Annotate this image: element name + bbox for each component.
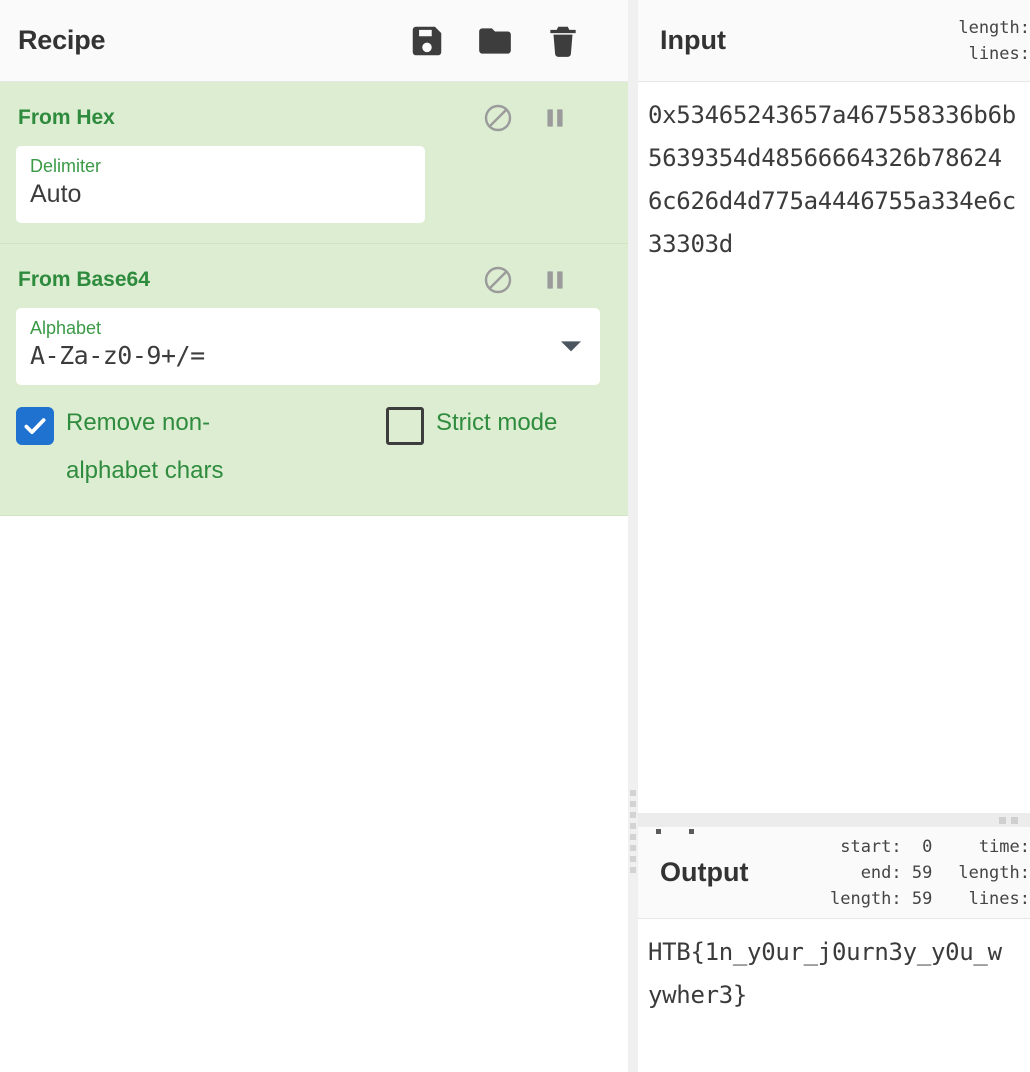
delimiter-label: Delimiter: [30, 156, 102, 176]
splitter-grip[interactable]: [630, 790, 636, 873]
save-icon[interactable]: [408, 22, 446, 60]
pause-icon[interactable]: [542, 265, 568, 295]
grip-dot: [630, 834, 636, 840]
output-meta-column-left: start: 0 end: 59 length: 59: [830, 835, 932, 911]
input-title-bar: Input length: lines:: [638, 0, 1030, 82]
operation-title: From Hex: [18, 106, 115, 129]
output-selection-length: length: 59: [829, 888, 933, 909]
page-title: Recipe: [18, 25, 106, 55]
input-meta-column: length: lines:: [958, 16, 1030, 66]
checkbox-label: Remove non-alphabet chars: [66, 409, 224, 484]
trash-icon[interactable]: [544, 22, 582, 60]
output-meta: start: 0 end: 59 length: 59 time: length…: [816, 835, 1030, 911]
recipe-title-controls: [408, 22, 610, 60]
output-title: Output: [660, 857, 749, 887]
input-length-label: length:: [958, 17, 1030, 38]
remove-non-alphabet-chars-checkbox[interactable]: Remove non-alphabet chars: [16, 399, 386, 495]
grip-dot: [630, 790, 636, 796]
io-pane: Input length: lines: 0x53465243657a46755…: [638, 0, 1030, 1072]
output-end: end: 59: [840, 862, 933, 883]
cyberchef-window: Recipe From Hex Delimiter Auto From Base…: [0, 0, 1030, 1072]
operation-args: Delimiter Auto: [0, 140, 628, 223]
grip-dot: [689, 829, 694, 834]
input-section: Input length: lines: 0x53465243657a46755…: [638, 0, 1030, 813]
grip-dot: [1011, 817, 1018, 824]
alphabet-label: Alphabet: [30, 318, 102, 338]
recipe-title-bar: Recipe: [0, 0, 628, 82]
operation-title-row: From Hex: [0, 96, 628, 140]
input-output-splitter[interactable]: [638, 813, 1030, 834]
input-textarea[interactable]: 0x53465243657a467558336b6b 5639354d48566…: [638, 82, 1030, 813]
output-start: start: 0: [840, 836, 933, 857]
recipe-io-splitter[interactable]: [628, 0, 638, 1072]
alphabet-select[interactable]: Alphabet A-Za-z0-9+/=: [16, 308, 600, 385]
grip-dot: [630, 867, 636, 873]
operation-args: Alphabet A-Za-z0-9+/=: [0, 302, 628, 385]
output-meta-column-right: time: length: lines:: [958, 835, 1030, 911]
alphabet-value[interactable]: A-Za-z0-9+/=: [30, 339, 586, 373]
operation-title: From Base64: [18, 268, 150, 291]
pause-icon[interactable]: [542, 103, 568, 133]
output-textarea[interactable]: HTB{1n_y0ur_j0urn3y_y0u_w ywher3}: [638, 919, 1030, 1072]
grip-dot: [630, 856, 636, 862]
grip-dot: [656, 829, 661, 834]
input-title: Input: [660, 25, 726, 55]
delimiter-field[interactable]: Delimiter Auto: [16, 146, 425, 223]
operation-checkbox-row: Remove non-alphabet chars Strict mode: [0, 385, 628, 495]
empty-checkbox-icon[interactable]: [386, 407, 424, 445]
strict-mode-checkbox[interactable]: Strict mode: [386, 399, 557, 447]
splitter-grip-dots[interactable]: [656, 829, 694, 834]
grip-dot: [630, 845, 636, 851]
operation-title-row: From Base64: [0, 258, 628, 302]
output-lines-label: lines:: [958, 888, 1030, 909]
recipe-operation-list[interactable]: From Hex Delimiter Auto From Base64 Alph…: [0, 82, 628, 1072]
grip-dot: [999, 817, 1006, 824]
output-length-label: length:: [958, 862, 1030, 883]
delimiter-value[interactable]: Auto: [30, 177, 411, 211]
checkbox-label: Strict mode: [436, 409, 558, 436]
chevron-down-icon[interactable]: [560, 339, 582, 358]
recipe-operation-from-hex[interactable]: From Hex Delimiter Auto: [0, 82, 628, 244]
splitter-grip[interactable]: [999, 817, 1018, 824]
operation-icons: [482, 102, 610, 134]
output-section: Output start: 0 end: 59 length: 59 time:…: [638, 827, 1030, 1072]
grip-dot: [630, 801, 636, 807]
ban-icon[interactable]: [482, 264, 514, 296]
output-time-label: time:: [958, 836, 1030, 857]
recipe-operation-from-base64[interactable]: From Base64 Alphabet A-Za-z0-9+/= Remove…: [0, 244, 628, 516]
grip-dot: [630, 823, 636, 829]
operation-icons: [482, 264, 610, 296]
folder-icon[interactable]: [476, 22, 514, 60]
grip-dot: [630, 812, 636, 818]
output-title-bar: Output start: 0 end: 59 length: 59 time:…: [638, 827, 1030, 919]
ban-icon[interactable]: [482, 102, 514, 134]
recipe-pane: Recipe From Hex Delimiter Auto From Base…: [0, 0, 628, 1072]
input-lines-label: lines:: [968, 43, 1030, 64]
check-icon[interactable]: [16, 407, 54, 445]
input-meta: length: lines:: [944, 16, 1030, 66]
